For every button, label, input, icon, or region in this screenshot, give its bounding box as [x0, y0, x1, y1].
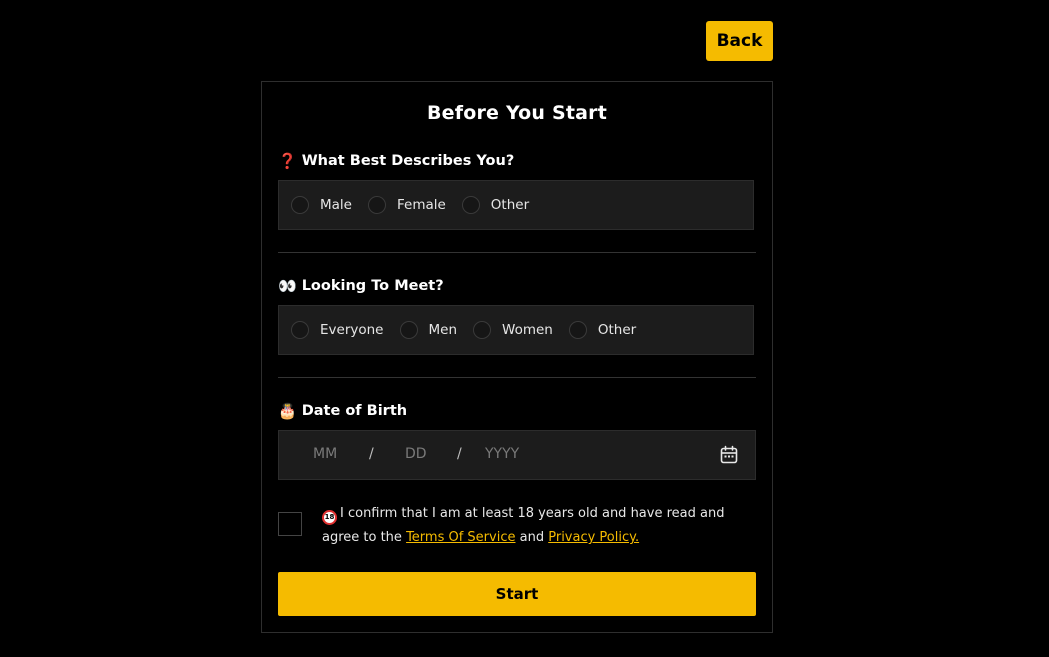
page-title: Before You Start	[426, 102, 607, 124]
meet-option-men[interactable]: Men	[399, 321, 458, 339]
start-button[interactable]: Start	[278, 572, 756, 616]
dob-section-label: 🎂 Date of Birth	[278, 402, 407, 420]
gender-option-female[interactable]: Female	[367, 196, 446, 214]
calendar-icon[interactable]	[719, 445, 739, 465]
dob-input[interactable]: MM / DD / YYYY	[278, 430, 756, 480]
gender-radio-group: Male Female Other	[278, 180, 754, 230]
birthday-cake-icon: 🎂	[278, 402, 297, 420]
back-button[interactable]: Back	[706, 21, 773, 61]
divider	[278, 377, 756, 378]
terms-link[interactable]: Terms Of Service	[406, 530, 515, 545]
age-confirmation: 18 I confirm that I am at least 18 years …	[278, 500, 756, 550]
radio-label: Other	[597, 322, 637, 338]
radio-label: Men	[428, 322, 458, 338]
privacy-link[interactable]: Privacy Policy.	[548, 530, 639, 545]
year-field[interactable]: YYYY	[485, 446, 519, 462]
confirm-text: 18 I confirm that I am at least 18 years …	[322, 502, 758, 550]
radio-label: Other	[490, 197, 530, 213]
date-separator: /	[369, 446, 374, 462]
radio-circle[interactable]	[568, 321, 587, 339]
radio-label: Everyone	[320, 322, 384, 338]
radio-label: Male	[320, 197, 352, 213]
gender-section-label: ❓ What Best Describes You?	[278, 152, 514, 170]
radio-circle[interactable]	[473, 321, 492, 339]
radio-label: Women	[502, 322, 553, 338]
radio-circle[interactable]	[291, 196, 309, 214]
meet-section-label: 👀 Looking To Meet?	[278, 277, 444, 295]
meet-radio-group: Everyone Men Women Other	[278, 305, 754, 355]
gender-option-male[interactable]: Male	[291, 196, 352, 214]
page: Back Before You Start ❓ What Best Descri…	[0, 0, 1049, 657]
age-confirm-checkbox[interactable]	[278, 512, 302, 536]
radio-label: Female	[396, 197, 446, 213]
no-under-18-icon: 18	[322, 509, 337, 525]
radio-circle[interactable]	[367, 196, 386, 214]
eyes-icon: 👀	[278, 277, 297, 295]
gender-question: What Best Describes You?	[301, 153, 515, 169]
meet-question: Looking To Meet?	[301, 278, 444, 294]
meet-option-everyone[interactable]: Everyone	[291, 321, 384, 339]
gender-option-other[interactable]: Other	[461, 196, 530, 214]
divider	[278, 252, 756, 253]
radio-circle[interactable]	[461, 196, 480, 214]
radio-circle[interactable]	[291, 321, 309, 339]
question-mark-icon: ❓	[278, 152, 297, 170]
month-field[interactable]: MM	[313, 446, 337, 462]
meet-option-other[interactable]: Other	[568, 321, 637, 339]
onboarding-card: Before You Start ❓ What Best Describes Y…	[261, 81, 773, 633]
date-separator: /	[457, 446, 462, 462]
and-text: and	[519, 530, 545, 545]
dob-label: Date of Birth	[301, 403, 408, 419]
meet-option-women[interactable]: Women	[473, 321, 553, 339]
day-field[interactable]: DD	[405, 446, 427, 462]
radio-circle[interactable]	[399, 321, 418, 339]
